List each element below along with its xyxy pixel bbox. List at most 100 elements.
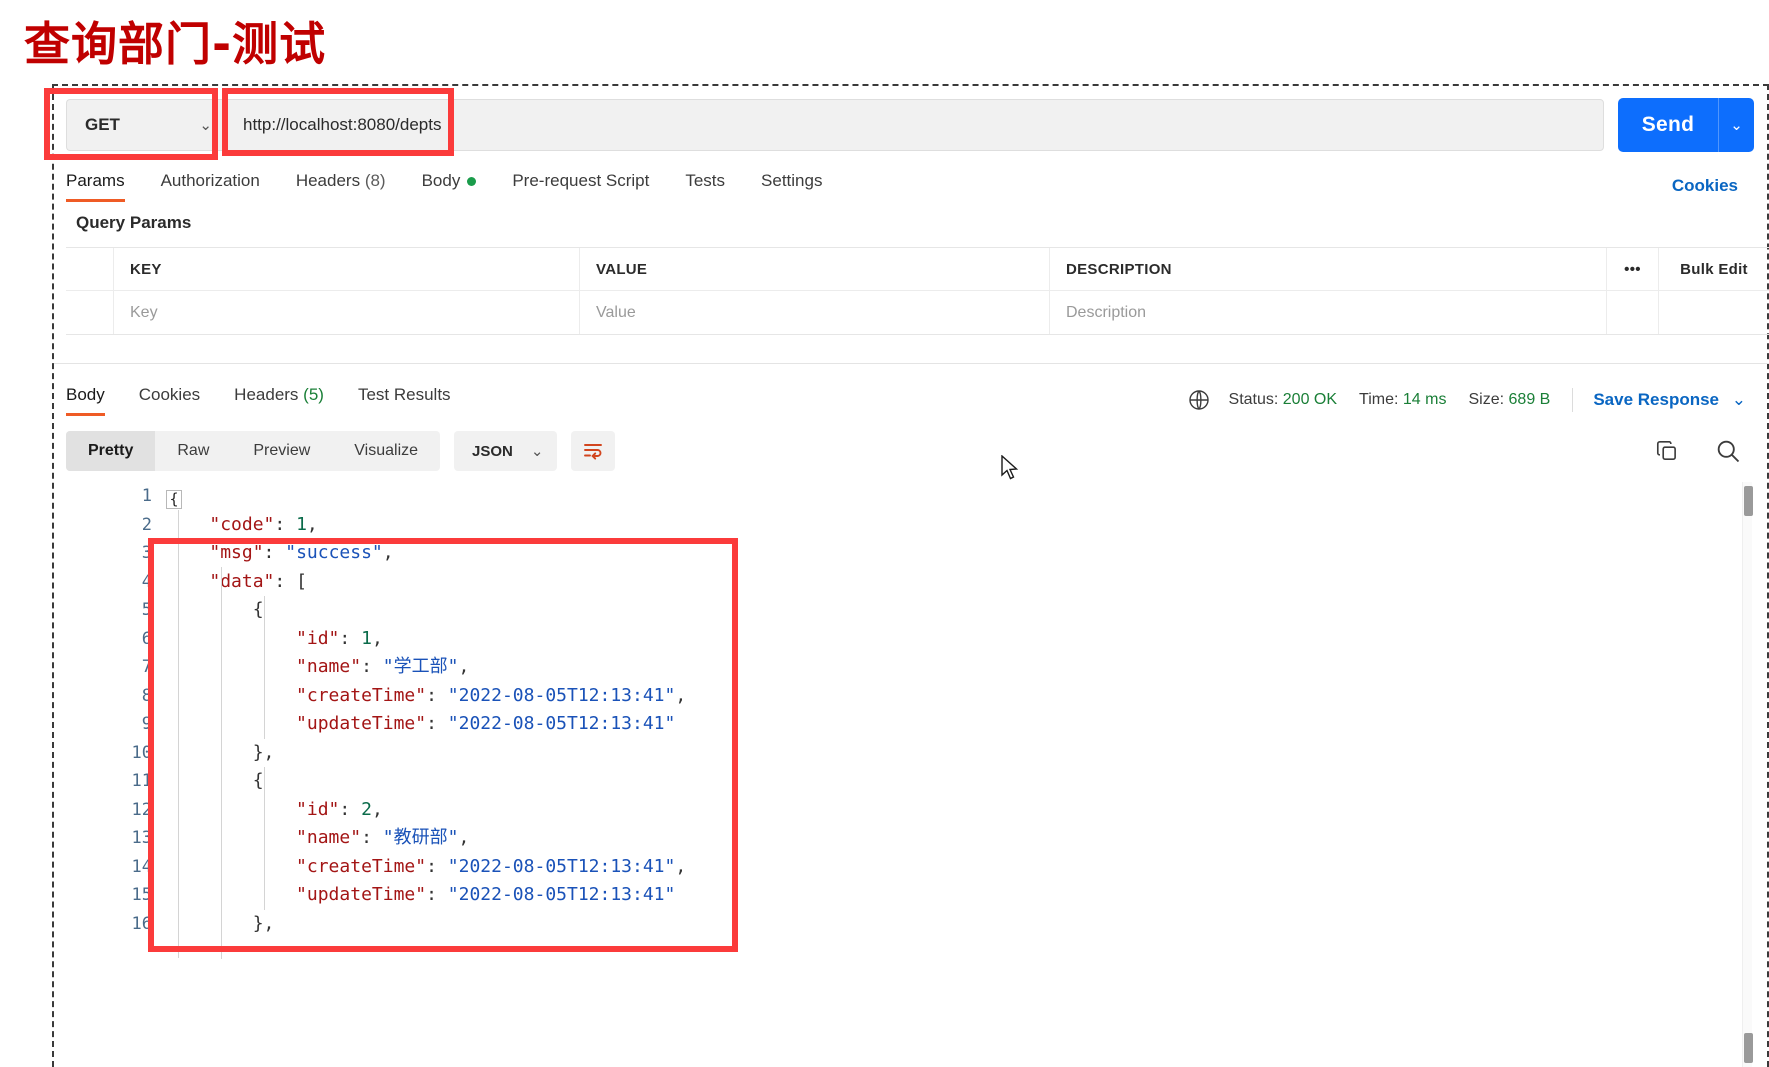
code-line: "updateTime": "2022-08-05T12:13:41" bbox=[166, 710, 1766, 739]
tab-settings[interactable]: Settings bbox=[761, 171, 822, 202]
scrollbar-thumb-bottom[interactable] bbox=[1744, 1033, 1753, 1063]
tab-label: Cookies bbox=[138, 384, 201, 404]
code-line: { bbox=[166, 767, 1766, 796]
tab-label: Authorization bbox=[160, 170, 260, 190]
line-number: 15 bbox=[131, 885, 152, 905]
code-token: "code" bbox=[209, 513, 275, 535]
fold-toggle-icon[interactable]: { bbox=[166, 490, 182, 509]
param-value-input[interactable]: Value bbox=[580, 291, 1050, 334]
cookies-link[interactable]: Cookies bbox=[1672, 176, 1754, 196]
indent-guide bbox=[221, 567, 222, 959]
chevron-down-icon: ⌄ bbox=[1731, 390, 1746, 409]
tab-label: Tests bbox=[685, 170, 726, 190]
size-label: Size: bbox=[1468, 391, 1505, 408]
code-token: , bbox=[371, 798, 383, 820]
bulk-edit-button[interactable]: Bulk Edit bbox=[1659, 248, 1769, 290]
tab-label: Headers bbox=[295, 170, 361, 190]
tab-headers[interactable]: Headers (8) bbox=[296, 171, 386, 202]
send-button[interactable]: Send bbox=[1618, 98, 1718, 152]
select-all-checkbox-cell[interactable] bbox=[66, 248, 114, 290]
tab-authorization[interactable]: Authorization bbox=[161, 171, 260, 202]
tab-label: Pre-request Script bbox=[512, 170, 650, 190]
response-tabs: Body Cookies Headers (5) Test Results St… bbox=[66, 380, 1754, 420]
code-line: { bbox=[166, 482, 1766, 511]
indent-guide bbox=[178, 510, 179, 958]
view-pretty-button[interactable]: Pretty bbox=[66, 431, 156, 471]
response-headers-count: (5) bbox=[303, 384, 324, 404]
line-number: 13 bbox=[131, 828, 152, 848]
response-tab-cookies[interactable]: Cookies bbox=[139, 385, 200, 416]
code-token: "updateTime" bbox=[296, 713, 427, 734]
code-token: "data" bbox=[209, 570, 275, 592]
tab-body[interactable]: Body bbox=[422, 171, 477, 202]
line-number: 11 bbox=[131, 771, 152, 791]
row-checkbox-cell[interactable] bbox=[66, 291, 114, 334]
line-number: 12 bbox=[131, 799, 152, 820]
tab-params[interactable]: Params bbox=[66, 171, 125, 202]
code-token: : bbox=[426, 713, 448, 734]
tab-tests[interactable]: Tests bbox=[685, 171, 725, 202]
table-row: Key Value Description bbox=[66, 291, 1769, 334]
code-token: , bbox=[675, 855, 687, 877]
more-options-icon[interactable]: ••• bbox=[1607, 248, 1659, 290]
code-token: : bbox=[339, 798, 362, 820]
send-options-chevron-down-icon[interactable]: ⌄ bbox=[1718, 98, 1754, 152]
code-token: : bbox=[263, 542, 286, 563]
code-line: "id": 1, bbox=[166, 625, 1766, 654]
code-token: , bbox=[458, 827, 470, 848]
view-mode-segmented-control: Pretty Raw Preview Visualize bbox=[66, 431, 441, 471]
code-line: "createTime": "2022-08-05T12:13:41", bbox=[166, 853, 1766, 882]
view-visualize-button[interactable]: Visualize bbox=[332, 431, 440, 471]
code-token: , bbox=[458, 656, 470, 677]
vertical-scrollbar[interactable] bbox=[1742, 482, 1753, 1067]
param-key-input[interactable]: Key bbox=[114, 291, 580, 334]
response-format-selector[interactable]: JSON ⌄ bbox=[454, 431, 558, 471]
scrollbar-thumb[interactable] bbox=[1744, 486, 1753, 516]
code-line: { bbox=[166, 596, 1766, 625]
globe-icon bbox=[1187, 388, 1211, 412]
tab-label: Headers bbox=[234, 384, 299, 404]
query-params-heading: Query Params bbox=[76, 213, 192, 232]
copy-icon[interactable] bbox=[1654, 438, 1680, 464]
send-button-group[interactable]: Send ⌄ bbox=[1618, 98, 1754, 152]
tab-pre-request-script[interactable]: Pre-request Script bbox=[512, 171, 649, 202]
view-preview-button[interactable]: Preview bbox=[231, 431, 332, 471]
code-token: "2022-08-05T12:13:41" bbox=[447, 855, 676, 877]
body-actions bbox=[1654, 437, 1754, 465]
save-response-button[interactable]: Save Response ⌄ bbox=[1593, 390, 1746, 410]
response-tab-headers[interactable]: Headers (5) bbox=[234, 385, 324, 416]
time-text: Time: 14 ms bbox=[1359, 391, 1446, 409]
json-code-content[interactable]: { "code": 1, "msg": "success", "data": [… bbox=[166, 482, 1766, 1067]
wrap-text-icon[interactable] bbox=[571, 431, 616, 471]
code-token: "createTime" bbox=[296, 684, 427, 706]
body-present-dot-icon bbox=[467, 176, 477, 186]
tab-label: Test Results bbox=[357, 384, 451, 404]
code-token: : bbox=[274, 513, 297, 535]
response-tab-body[interactable]: Body bbox=[66, 385, 105, 416]
app-root: 查询部门-测试 GET ⌄ http://localhost:8080/dept… bbox=[0, 0, 1769, 1067]
url-input[interactable]: http://localhost:8080/depts bbox=[226, 99, 1604, 151]
json-response-viewer[interactable]: 1 2 3 4 5 6 7 8 9 10 11 12 13 14 15 16 { "code": 1, "ms… bbox=[66, 482, 1766, 1067]
response-body-toolbar: Pretty Raw Preview Visualize JSON ⌄ bbox=[66, 430, 1754, 472]
line-number: 7 bbox=[141, 657, 152, 677]
param-description-input[interactable]: Description bbox=[1050, 291, 1607, 334]
response-tab-test-results[interactable]: Test Results bbox=[358, 385, 451, 416]
view-raw-button[interactable]: Raw bbox=[155, 431, 231, 471]
size-text: Size: 689 B bbox=[1468, 391, 1550, 409]
code-token: 1 bbox=[296, 513, 307, 535]
format-label: JSON bbox=[472, 442, 513, 460]
search-icon[interactable] bbox=[1714, 437, 1742, 465]
code-token: "学工部" bbox=[382, 656, 459, 677]
table-header-row: KEY VALUE DESCRIPTION ••• Bulk Edit bbox=[66, 248, 1769, 291]
code-token: "id" bbox=[296, 798, 340, 820]
line-number: 3 bbox=[141, 543, 152, 563]
http-method-selector[interactable]: GET ⌄ bbox=[66, 99, 226, 151]
code-token: "msg" bbox=[209, 542, 264, 563]
code-token: "2022-08-05T12:13:41" bbox=[447, 713, 676, 734]
code-token: , bbox=[306, 513, 318, 535]
